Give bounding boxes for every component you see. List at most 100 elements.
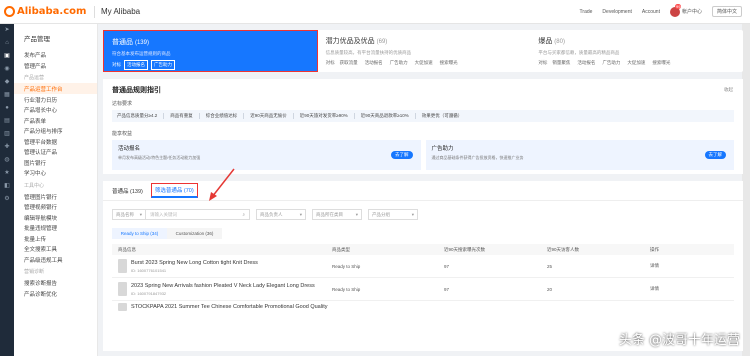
development-link[interactable]: Development [602,9,631,15]
tag-icon[interactable]: ◆ [0,76,14,89]
tab-all-normal[interactable]: 普通品 (139) [112,187,143,195]
sidebar-item[interactable]: 管理平台数据 [14,136,97,147]
send-icon[interactable]: ➤ [0,24,14,37]
sidebar-item[interactable]: 行业潜力日历 [14,94,97,105]
owner-value: 商品负责人 [260,211,283,217]
group-select[interactable]: 产品分组 ▾ [368,209,418,220]
sidebar-item[interactable]: 产品级违规工具 [14,254,97,265]
setting-icon[interactable]: ⚙ [0,193,14,206]
group-value: 产品分组 [372,211,390,217]
search-placeholder: 请输入关键词 [150,211,177,217]
product-list-section: 普通品 (139) 筛选普通品 (70) 商品名称 ▾ 请输入关键词 ⌕ 商品负责人… [103,181,743,351]
table-row[interactable]: Burst 2023 Spring New Long Cotton tight … [112,255,734,278]
owner-select[interactable]: 商品负责人 ▾ [256,209,306,220]
chevron-down-icon: ▾ [299,211,302,217]
logo-text: Alibaba.com [17,6,87,17]
category-select[interactable]: 商品所在类目 ▾ [312,209,362,220]
product-name[interactable]: 2023 Spring New Arrivals fashion Pleated… [131,283,315,289]
requirement-item: 近90天商品退款率≥10% [353,113,409,119]
tier-card-hot[interactable]: 爆品 (80) 平台与买家都信赖，质量最高的精品商品 对标 销量聚焦 活动报名 … [530,30,743,72]
search-scope-select[interactable]: 商品名称 ▾ [112,209,146,220]
sidebar-item[interactable]: 管理图片银行 [14,191,97,202]
detail-link[interactable]: 详情 [650,286,734,292]
table-row[interactable]: 2023 Spring New Arrivals fashion Pleated… [112,278,734,301]
product-type: Ready to Ship [332,286,361,292]
account-link[interactable]: Account [642,9,660,15]
sidebar-item[interactable]: 批量违规管理 [14,222,97,233]
table-row[interactable]: STOCKPAPA 2021 Summer Tee Chinese Comfor… [112,301,734,313]
home-icon[interactable]: ⌂ [0,37,14,50]
card-prefix: 对标 [112,62,121,67]
gift-icon[interactable]: ✚ [0,141,14,154]
sidebar-item[interactable]: 批量上传 [14,233,97,244]
book-icon[interactable]: ◧ [0,180,14,193]
detail-link[interactable]: 详情 [650,263,734,269]
sidebar-item[interactable]: 全文搜索工具 [14,243,97,254]
rules-panel: 普通品规则指引 收起 达标要求 产品信息质量分≥4.2 商品有重复 综合业绩值达… [103,79,743,174]
cart-icon[interactable]: ◍ [0,154,14,167]
exposure-count: 97 [444,263,450,269]
main-content: 普通品 (139) 符合基本发布运营规则的商品 对标 活动报名 广告助力 潜力优… [103,30,743,351]
logo-mark-icon [4,6,15,17]
trade-link[interactable]: Trade [580,9,593,15]
tab-filtered-normal[interactable]: 筛选普通品 (70) [150,183,198,198]
column-header: 近90天访客人数 [547,246,580,252]
box-icon[interactable]: ▣ [0,50,14,63]
sidebar-item[interactable]: 产品分组与排序 [14,125,97,136]
shop-icon[interactable]: ◉ [0,63,14,76]
sidebar-item[interactable]: 发布产品 [14,49,97,60]
visitor-count: 20 [547,286,553,292]
sidebar-item[interactable]: 产品表单 [14,115,97,126]
account-center[interactable]: 99 帐户中心 [669,3,702,17]
sidebar-item[interactable]: 图片银行 [14,157,97,168]
sidebar-group-label: 营销诊断 [24,269,45,275]
notification-badge: 99 [674,3,682,9]
sidebar-item[interactable]: 管理视频银行 [14,201,97,212]
category-value: 商品所在类目 [316,211,343,217]
sidebar-item-active[interactable]: 产品运营工作台 [14,83,97,94]
requirements-bar: 产品信息质量分≥4.2 商品有重复 综合业绩值达标 近90天商品无偷价 近90天… [112,110,734,122]
users-icon[interactable]: ● [0,102,14,115]
card-tag: 广告助力 [389,60,408,65]
top-bar: Alibaba.com My Alibaba Trade Development… [0,0,750,24]
sidebar-item[interactable]: 学习中心 [14,167,97,178]
tier-card-potential[interactable]: 潜力优品及优品 (69) 信息质量较高，有平台流量扶持的优质商品 对标 获取流量… [318,30,531,72]
sidebar-item[interactable]: 管理认证产品 [14,146,97,157]
requirement-item: 效果更优（可遵循） [414,113,462,119]
requirement-item: 近90天旅对发货率≥90% [292,113,348,119]
collapse-toggle[interactable]: 收起 [724,87,733,93]
rights-label: 能享权益 [112,131,133,137]
doc-icon[interactable]: ▥ [0,128,14,141]
grid-icon[interactable]: ▦ [0,89,14,102]
card-count: (80) [554,39,565,45]
exposure-count: 97 [444,286,450,292]
product-name[interactable]: Burst 2023 Spring New Long Cotton tight … [131,260,258,266]
card-desc: 平台与买家都信赖，质量最高的精品商品 [538,50,620,55]
rules-title: 普通品规则指引 [112,87,161,94]
search-scope-value: 商品名称 [116,211,134,217]
search-input[interactable]: 请输入关键词 ⌕ [146,209,250,220]
product-id: ID: 1600776101541 [131,267,167,273]
column-header: 商品类型 [332,246,350,252]
learn-more-button[interactable]: 去了解 [391,151,413,159]
subtab-customization[interactable]: Customization (36) [167,228,222,239]
right-card-ads: 广告助力 通过商品基础条件获得广告投放资格，快速推广业务 去了解 [425,140,734,170]
sidebar-item[interactable]: 搜索诊断报告 [14,277,97,288]
product-name[interactable]: STOCKPAPA 2021 Summer Tee Chinese Comfor… [131,304,327,310]
chart-icon[interactable]: ▤ [0,115,14,128]
alibaba-logo[interactable]: Alibaba.com [4,6,88,17]
card-desc: 信息质量较高，有平台流量扶持的优质商品 [325,50,412,55]
sidebar-item[interactable]: 编辑导航模块 [14,212,97,223]
product-thumbnail [118,282,127,296]
sidebar-item[interactable]: 产品诊断优化 [14,288,97,299]
star-icon[interactable]: ★ [0,167,14,180]
product-thumbnail [118,303,127,311]
requirements-label: 达标要求 [112,101,133,107]
sidebar-item[interactable]: 管理产品 [14,60,97,71]
chevron-down-icon: ▾ [411,211,414,217]
sidebar-item[interactable]: 产品增长中心 [14,104,97,115]
language-selector[interactable]: 简体中文 [711,6,742,17]
learn-more-button[interactable]: 去了解 [704,151,726,159]
tier-card-normal[interactable]: 普通品 (139) 符合基本发布运营规则的商品 对标 活动报名 广告助力 [103,30,318,72]
subtab-ready-to-ship[interactable]: Ready to Ship (34) [112,228,167,239]
